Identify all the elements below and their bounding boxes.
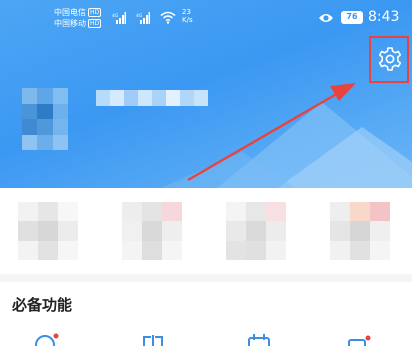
signal-icon: 4G [136,12,150,24]
username-blurred [96,90,208,106]
calendar-icon[interactable] [246,332,272,346]
svg-text:4G: 4G [112,13,119,19]
battery-indicator: 76 [341,11,363,24]
hd-badge: HD [88,8,102,17]
gear-icon[interactable] [377,46,403,72]
section-divider [0,274,412,282]
section-title: 必备功能 [12,296,73,314]
eye-icon [319,14,333,22]
carrier-1: 中国电信 HD [54,8,102,18]
hd-badge: HD [88,19,102,28]
quick-entry-item[interactable] [330,202,390,260]
feature-icon[interactable] [346,332,372,346]
carrier-2-name: 中国移动 [54,19,86,28]
carrier-1-name: 中国电信 [54,8,86,17]
wifi-icon [160,11,176,24]
feature-icon[interactable] [140,332,166,346]
feature-icon[interactable] [34,332,60,346]
signal-icon: 4G [112,12,126,24]
status-bar: 中国电信 HD 中国移动 HD 4G 4G 23 K/s 76 8:43 [0,0,412,34]
quick-entry-item[interactable] [18,202,78,260]
network-speed: 23 K/s [182,8,193,24]
quick-entry-card [0,188,412,274]
carrier-2: 中国移动 HD [54,19,102,29]
svg-text:4G: 4G [136,13,143,19]
quick-entry-item[interactable] [122,202,182,260]
clock: 8:43 [368,9,400,25]
network-speed-unit: K/s [182,16,193,24]
avatar[interactable] [22,88,68,150]
quick-entry-item[interactable] [226,202,286,260]
network-speed-value: 23 [182,8,191,16]
